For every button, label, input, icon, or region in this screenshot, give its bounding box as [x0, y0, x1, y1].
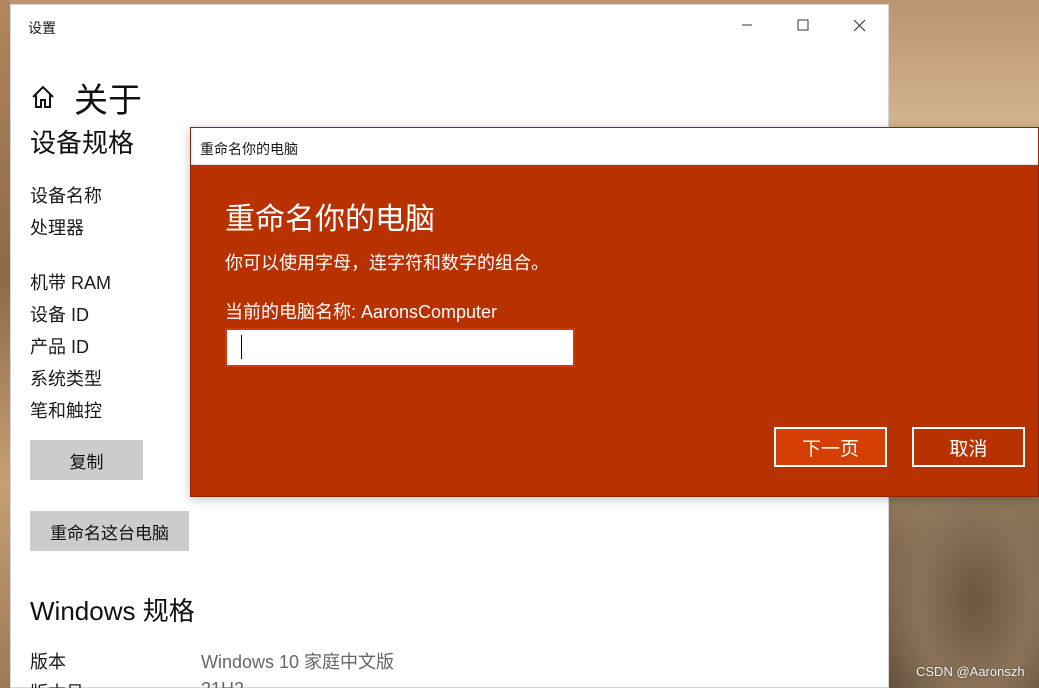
dialog-description: 你可以使用字母，连字符和数字的组合。: [225, 253, 549, 273]
dialog-titlebar[interactable]: 重命名你的电脑: [191, 128, 1038, 165]
app-title: 设置: [28, 20, 56, 36]
spec-label-pen-touch: 笔和触控: [30, 401, 102, 421]
spec-label-ram: 机带 RAM: [30, 273, 111, 293]
desktop-wallpaper-edge: [0, 0, 10, 688]
spec-label-product-id: 产品 ID: [30, 337, 90, 357]
spec-label-device-name: 设备名称: [30, 186, 102, 206]
windows-specs-title: Windows 规格: [30, 596, 195, 626]
copy-button[interactable]: 复制: [30, 440, 143, 480]
spec-label-system-type: 系统类型: [30, 369, 102, 389]
spec-value-version: 21H2: [201, 679, 244, 688]
spec-label-version: 版本号: [30, 679, 84, 688]
minimize-button[interactable]: [719, 5, 775, 45]
close-button[interactable]: [831, 5, 887, 45]
dialog-window-title: 重命名你的电脑: [200, 141, 298, 157]
home-icon[interactable]: [30, 84, 56, 110]
minimize-icon: [742, 24, 752, 26]
rename-pc-button[interactable]: 重命名这台电脑: [30, 511, 189, 551]
device-specs-title: 设备规格: [30, 128, 135, 158]
spec-label-processor: 处理器: [30, 218, 84, 238]
dialog-heading: 重命名你的电脑: [225, 203, 435, 236]
settings-titlebar[interactable]: 设置: [11, 5, 888, 45]
spec-label-device-id: 设备 ID: [30, 305, 90, 325]
close-icon: [853, 19, 865, 31]
cancel-button[interactable]: 取消: [912, 427, 1025, 467]
rename-dialog: 重命名你的电脑 重命名你的电脑 你可以使用字母，连字符和数字的组合。 当前的电脑…: [190, 127, 1039, 497]
watermark: CSDN @Aaronszh: [916, 664, 1025, 679]
new-pc-name-input[interactable]: [225, 328, 575, 367]
page-title: 关于: [74, 81, 142, 120]
text-caret: [241, 335, 242, 359]
next-button[interactable]: 下一页: [774, 427, 887, 467]
maximize-button[interactable]: [775, 5, 831, 45]
page-header: 关于: [30, 73, 142, 121]
spec-label-edition: 版本: [30, 652, 66, 672]
maximize-icon: [797, 19, 809, 31]
current-pc-name: 当前的电脑名称: AaronsComputer: [225, 302, 498, 322]
spec-value-edition: Windows 10 家庭中文版: [201, 652, 395, 672]
